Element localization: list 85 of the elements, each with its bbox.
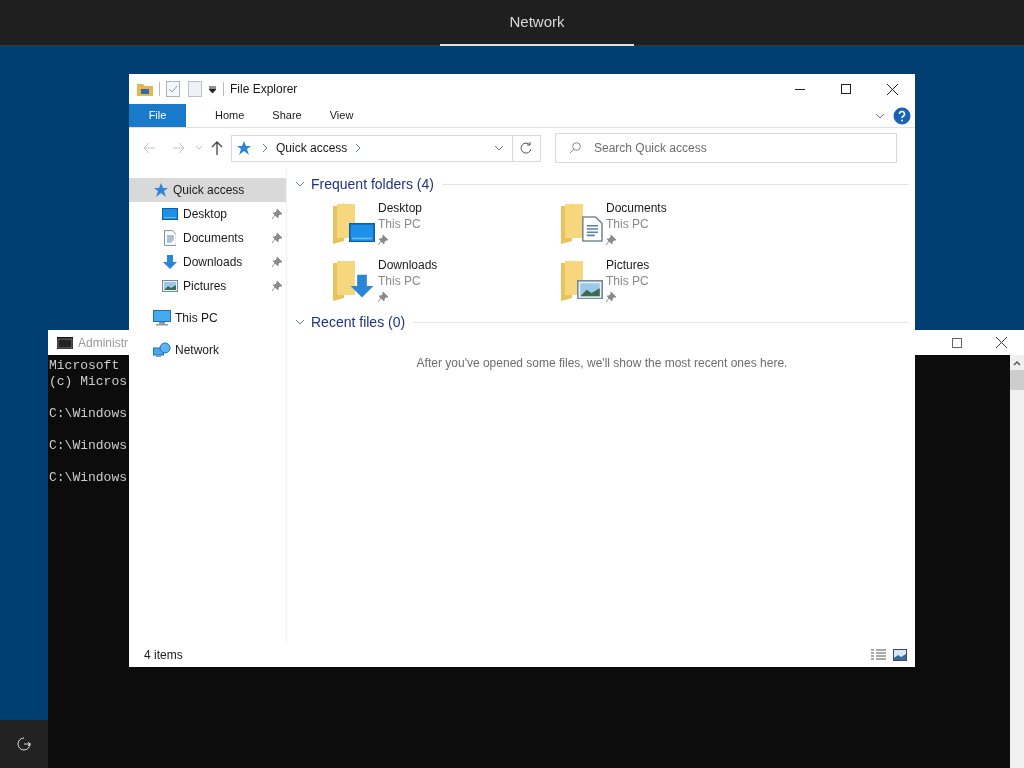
refresh-icon[interactable] [520, 141, 533, 155]
monitor-icon [349, 222, 375, 242]
empty-message: After you've opened some files, we'll show the most recent ones here. [416, 355, 788, 372]
nav-item[interactable]: Desktop [129, 202, 286, 226]
console-title: Administr [78, 334, 128, 352]
monitor-icon [162, 208, 178, 220]
top-tab[interactable]: Network [440, 0, 634, 46]
folder-tile[interactable]: Documents This PC [559, 200, 787, 245]
nav-label: Network [175, 342, 219, 359]
power-button[interactable] [0, 720, 48, 768]
nav-item[interactable]: Downloads [129, 250, 286, 274]
close-icon [886, 83, 898, 95]
section-heading[interactable]: Recent files (0) [311, 311, 406, 333]
details-view-icon[interactable] [870, 649, 887, 661]
scroll-thumb[interactable] [1010, 370, 1024, 390]
folder-name: Desktop [378, 200, 423, 216]
nav-item[interactable]: This PC [129, 306, 286, 330]
folder-tile[interactable]: Desktop This PC [331, 200, 559, 245]
computer-icon [153, 310, 171, 326]
console-line: Microsoft [49, 358, 120, 373]
address-bar[interactable]: Quick access [231, 134, 541, 162]
chevron-icon[interactable] [295, 179, 305, 189]
chevron-icon[interactable] [260, 143, 270, 153]
ribbon-tab[interactable]: View [315, 104, 368, 127]
nav-label: Documents [183, 230, 245, 247]
star-icon [236, 140, 252, 156]
folder-location: This PC [378, 273, 422, 289]
folder-location: This PC [378, 216, 422, 232]
section-heading[interactable]: Frequent folders (4) [311, 173, 434, 195]
dropdown-icon[interactable] [208, 84, 217, 94]
address-text: Quick access [276, 140, 348, 157]
folder-location: This PC [606, 216, 650, 232]
nav-label: This PC [175, 310, 218, 327]
chevron-icon[interactable] [295, 317, 305, 327]
ribbon-tab[interactable]: Home [201, 104, 259, 127]
nav-item[interactable]: Quick access [129, 178, 286, 202]
close-icon [995, 337, 1007, 348]
pin-icon [378, 235, 388, 245]
folder-tile[interactable]: Downloads This PC [331, 257, 559, 302]
document-icon [582, 216, 603, 242]
folder-location: This PC [606, 273, 650, 289]
pin-icon [606, 235, 616, 245]
console-line: C:\Windows [49, 470, 127, 485]
document-icon [163, 230, 177, 246]
down-arrow-icon [162, 254, 178, 270]
search-icon [569, 142, 581, 154]
folder-icon [137, 82, 153, 96]
folder-name: Pictures [606, 257, 650, 273]
folder-tile[interactable]: Pictures This PC [559, 257, 787, 302]
pin-icon [378, 292, 388, 302]
search-field[interactable]: Search Quick access [555, 133, 897, 163]
up-arrow-icon[interactable] [211, 141, 223, 155]
nav-label: Downloads [183, 254, 244, 271]
ribbon-tab[interactable]: Share [258, 104, 316, 127]
console-line: (c) Micros [49, 374, 127, 389]
power-icon [16, 736, 32, 752]
console-line: C:\Windows [49, 438, 127, 453]
folder-name: Documents [606, 200, 667, 216]
landscape-icon [577, 279, 603, 299]
nav-item[interactable]: Pictures [129, 274, 286, 298]
properties-icon[interactable] [166, 81, 180, 97]
nav-label: Quick access [173, 182, 245, 199]
console-icon [57, 336, 73, 349]
pin-icon [272, 233, 282, 243]
down-arrow-icon [349, 273, 375, 299]
nav-item[interactable]: Network [129, 338, 286, 362]
console-line: C:\Windows [49, 406, 127, 421]
nav-label: Desktop [183, 206, 229, 223]
pin-icon [272, 257, 282, 267]
landscape-icon [162, 280, 178, 292]
folder-name: Downloads [378, 257, 438, 273]
nav-label: Pictures [183, 278, 228, 295]
file-menu-button[interactable]: File [129, 104, 186, 127]
status-text: 4 items [144, 647, 183, 664]
window-title: File Explorer [230, 81, 298, 98]
pin-icon [272, 281, 282, 291]
pin-icon [272, 209, 282, 219]
network-icon [153, 342, 171, 358]
large-icons-view-icon[interactable] [893, 649, 907, 661]
help-icon[interactable] [893, 106, 911, 125]
scroll-up-icon[interactable] [1013, 359, 1021, 367]
nav-item[interactable]: Documents [129, 226, 286, 250]
star-icon [153, 182, 169, 198]
chevron-icon[interactable] [494, 143, 504, 153]
pin-icon [606, 292, 616, 302]
